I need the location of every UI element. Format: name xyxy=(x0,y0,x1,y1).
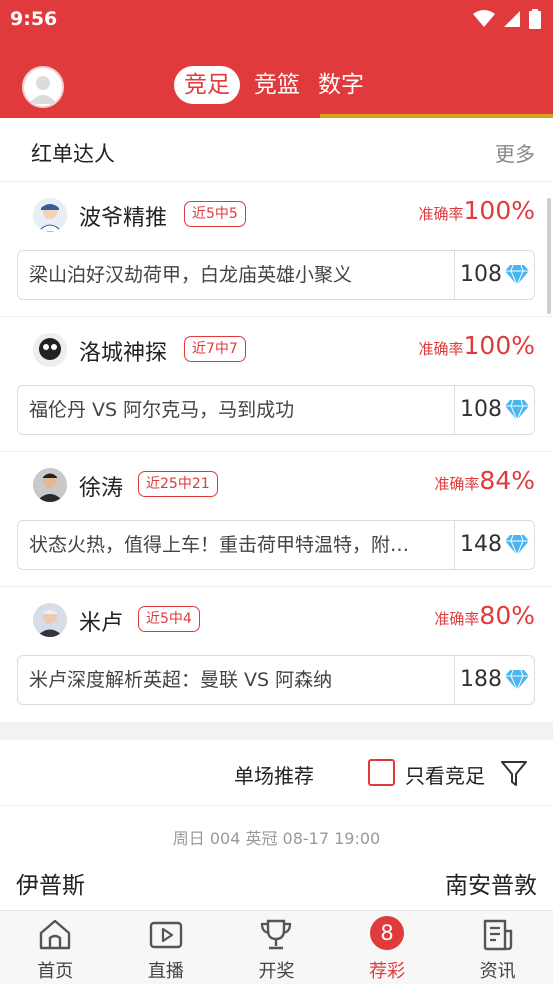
accuracy-rate: 准确率100% xyxy=(419,196,536,225)
tab-jingzu[interactable]: 竞足 xyxy=(174,66,240,104)
rate-value: 100% xyxy=(463,331,535,360)
nav-label: 首页 xyxy=(37,961,74,982)
prediction-title: 状态火热，值得上车！重击荷甲特温特，附… xyxy=(29,534,410,556)
accuracy-rate: 准确率84% xyxy=(434,466,535,495)
tab-shuzi[interactable]: 数字 xyxy=(314,66,368,104)
expert-name: 米卢 xyxy=(79,611,124,636)
filter-icon[interactable] xyxy=(500,759,528,787)
price: 148 xyxy=(454,521,534,569)
price: 188 xyxy=(454,656,534,704)
expert-card[interactable]: 波爷精推 近5中5 准确率100% 梁山泊好汉劫荷甲，白龙庙英雄小聚义 108 xyxy=(0,182,553,317)
wifi-icon xyxy=(473,10,495,27)
prediction-title: 梁山泊好汉劫荷甲，白龙庙英雄小聚义 xyxy=(29,264,353,286)
play-icon xyxy=(149,921,183,949)
expert-card[interactable]: 米卢 近5中4 准确率80% 米卢深度解析英超：曼联 VS 阿森纳 188 xyxy=(0,587,553,722)
section-header: 红单达人 更多 xyxy=(0,118,553,182)
nav-label: 荐彩 xyxy=(369,961,406,982)
price-value: 188 xyxy=(460,667,502,692)
only-jingzu-label[interactable]: 只看竞足 xyxy=(405,760,485,789)
nav-label: 资讯 xyxy=(479,961,516,982)
single-match-label[interactable]: 单场推荐 xyxy=(234,760,314,789)
diamond-icon xyxy=(505,669,529,691)
nav-label: 直播 xyxy=(147,961,184,982)
prediction-title: 米卢深度解析英超：曼联 VS 阿森纳 xyxy=(29,669,333,691)
prediction-box[interactable]: 福伦丹 VS 阿尔克马，马到成功 108 xyxy=(17,385,535,435)
top-experts-section: 红单达人 更多 波爷精推 近5中5 准确率100% 梁山泊好汉劫荷甲，白龙庙英雄… xyxy=(0,118,553,722)
expert-card[interactable]: 洛城神探 近7中7 准确率100% 福伦丹 VS 阿尔克马，马到成功 108 xyxy=(0,317,553,452)
nav-news[interactable]: 资讯 xyxy=(442,911,553,984)
price-value: 108 xyxy=(460,262,502,287)
accuracy-rate: 准确率80% xyxy=(434,601,535,630)
price-value: 108 xyxy=(460,397,502,422)
filter-bar: 单场推荐 只看竞足 xyxy=(0,740,553,806)
expert-avatar xyxy=(33,468,67,502)
prediction-title: 福伦丹 VS 阿尔克马，马到成功 xyxy=(29,399,295,421)
news-icon xyxy=(483,919,512,951)
prediction-box[interactable]: 米卢深度解析英超：曼联 VS 阿森纳 188 xyxy=(17,655,535,705)
home-team: 伊普斯 xyxy=(16,873,85,899)
expert-name: 徐涛 xyxy=(79,476,124,501)
record-badge: 近25中21 xyxy=(138,471,218,497)
expert-card[interactable]: 徐涛 近25中21 准确率84% 状态火热，值得上车！重击荷甲特温特，附… 14… xyxy=(0,452,553,587)
more-link[interactable]: 更多 xyxy=(495,138,535,167)
nav-label: 开奖 xyxy=(258,961,295,982)
expert-name: 波爷精推 xyxy=(79,206,168,231)
accuracy-rate: 准确率100% xyxy=(419,331,536,360)
rate-label: 准确率 xyxy=(434,610,480,628)
status-bar: 9:56 xyxy=(0,0,553,40)
battery-icon xyxy=(529,9,541,29)
expert-avatar xyxy=(33,333,67,367)
record-badge: 近7中7 xyxy=(184,336,246,362)
price: 108 xyxy=(454,386,534,434)
status-time: 9:56 xyxy=(10,8,58,30)
match-info: 周日 004 英冠 08-17 19:00 xyxy=(172,829,381,848)
rate-value: 84% xyxy=(479,466,535,495)
rate-label: 准确率 xyxy=(434,475,480,493)
only-jingzu-checkbox[interactable] xyxy=(368,759,395,786)
nav-draw[interactable]: 开奖 xyxy=(221,911,332,984)
rate-label: 准确率 xyxy=(418,205,464,223)
match-item[interactable]: 周日 004 英冠 08-17 19:00 伊普斯 南安普敦 xyxy=(0,806,553,910)
user-avatar[interactable] xyxy=(22,66,64,108)
expert-avatar xyxy=(33,603,67,637)
section-title: 红单达人 xyxy=(31,142,115,166)
bottom-nav: 首页 直播 开奖 8 荐彩 资讯 xyxy=(0,910,553,984)
rate-value: 80% xyxy=(479,601,535,630)
home-icon xyxy=(40,919,71,950)
nav-live[interactable]: 直播 xyxy=(111,911,222,984)
price: 108 xyxy=(454,251,534,299)
price-value: 148 xyxy=(460,532,502,557)
expert-name: 洛城神探 xyxy=(79,341,168,366)
app-header: 9:56 竞足 竞篮 数字 xyxy=(0,0,553,118)
nav-recommend[interactable]: 8 荐彩 xyxy=(332,911,443,984)
prediction-box[interactable]: 梁山泊好汉劫荷甲，白龙庙英雄小聚义 108 xyxy=(17,250,535,300)
away-team: 南安普敦 xyxy=(445,873,537,899)
trophy-icon xyxy=(261,919,292,950)
prediction-box[interactable]: 状态火热，值得上车！重击荷甲特温特，附… 148 xyxy=(17,520,535,570)
sport-tabs: 竞足 竞篮 数字 xyxy=(174,66,368,104)
rate-value: 100% xyxy=(463,196,535,225)
record-badge: 近5中5 xyxy=(184,201,246,227)
user-icon xyxy=(29,76,57,104)
tab-jinglan[interactable]: 竞篮 xyxy=(250,66,304,104)
status-icons xyxy=(473,9,541,29)
signal-icon xyxy=(504,11,520,27)
recommend-badge: 8 xyxy=(370,916,405,950)
diamond-icon xyxy=(505,399,529,421)
diamond-icon xyxy=(505,264,529,286)
record-badge: 近5中4 xyxy=(138,606,200,632)
expert-avatar xyxy=(33,198,67,232)
nav-home[interactable]: 首页 xyxy=(0,911,111,984)
diamond-icon xyxy=(505,534,529,556)
rate-label: 准确率 xyxy=(418,340,464,358)
